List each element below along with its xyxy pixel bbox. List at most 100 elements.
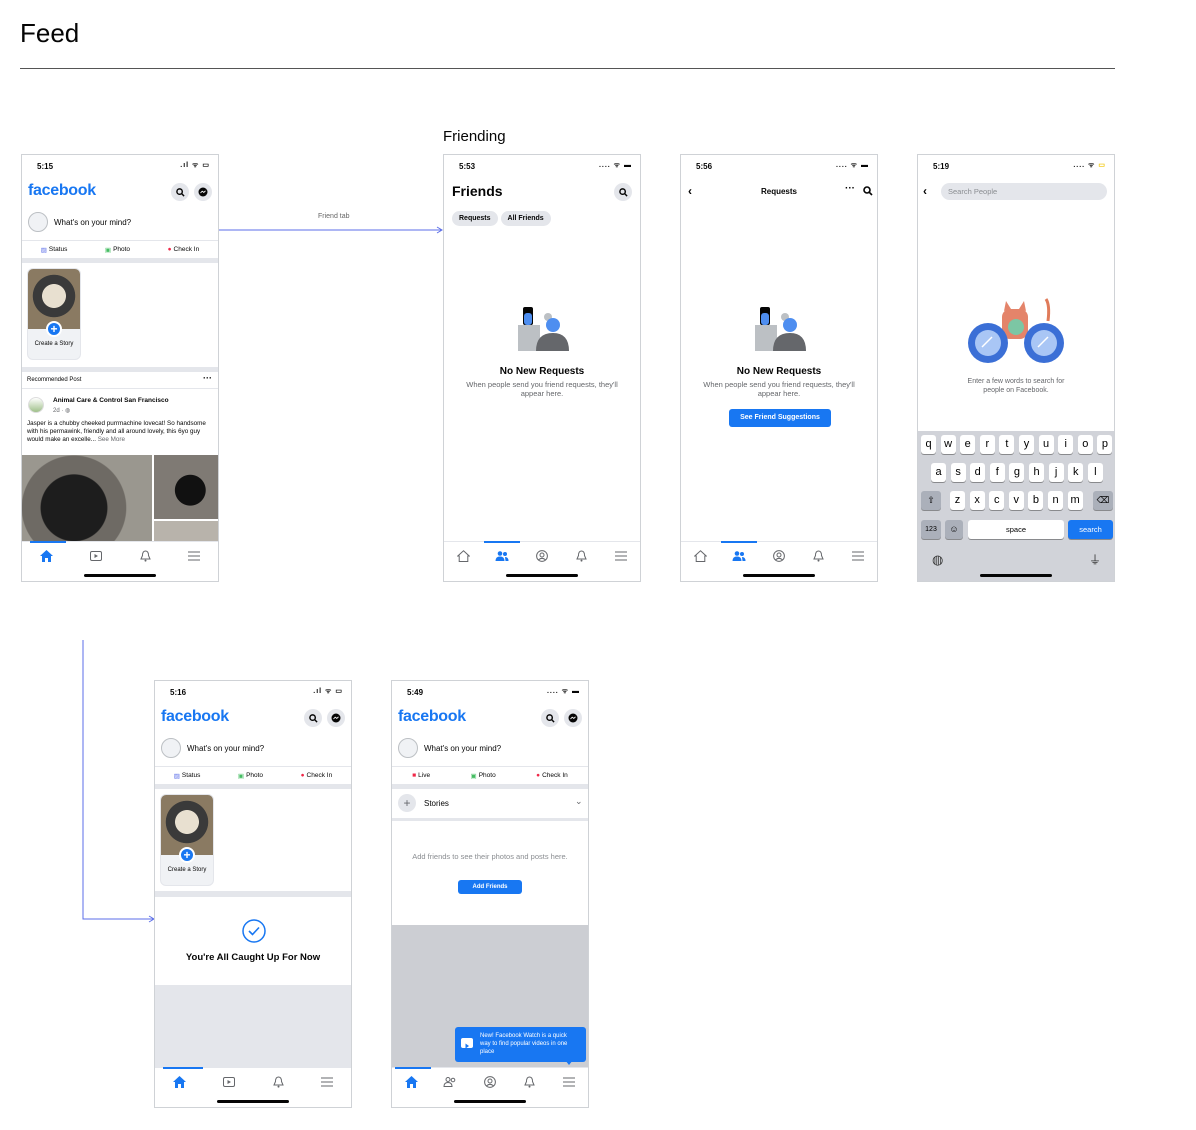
key-v[interactable]: v [1008,491,1024,510]
tab-menu[interactable] [611,546,631,566]
key-s[interactable]: s [950,463,966,482]
tab-watch[interactable] [219,1072,239,1092]
tab-home[interactable] [169,1072,189,1092]
key-h[interactable]: h [1029,463,1044,482]
key-c[interactable]: c [989,491,1005,510]
tab-profile[interactable] [769,546,789,566]
back-button[interactable]: ‹ [923,184,927,198]
key-f[interactable]: f [989,463,1005,482]
search-key[interactable]: search [1068,520,1113,539]
status-button[interactable]: ▨ Status [174,772,201,780]
search-button[interactable] [541,709,559,727]
create-story-card[interactable]: + Create a Story [27,268,81,360]
tab-menu[interactable] [184,546,204,566]
see-friend-suggestions-button[interactable]: See Friend Suggestions [729,409,831,427]
add-friends-button[interactable]: Add Friends [458,880,522,894]
tab-friends[interactable] [492,546,512,566]
key-i[interactable]: i [1058,435,1074,454]
key-l[interactable]: l [1087,463,1103,482]
emoji-key[interactable]: ☺ [945,520,963,539]
key-t[interactable]: t [999,435,1015,454]
messenger-button[interactable] [327,709,345,727]
tab-home[interactable] [453,546,473,566]
watch-tooltip[interactable]: New! Facebook Watch is a quick way to fi… [455,1027,586,1065]
post-photo-side-1[interactable] [154,455,218,519]
messenger-button[interactable] [564,709,582,727]
tab-notifications[interactable] [808,546,828,566]
more-options-icon[interactable]: ··· [845,183,855,194]
tab-profile[interactable] [480,1072,500,1092]
key-a[interactable]: a [931,463,946,482]
stories-header[interactable]: + Stories ⌄ [392,791,588,817]
composer-prompt[interactable]: What's on your mind? [187,744,264,753]
key-u[interactable]: u [1038,435,1054,454]
avatar[interactable] [28,212,48,232]
tab-watch[interactable] [86,546,106,566]
requests-pill[interactable]: Requests [452,211,498,226]
key-q[interactable]: q [921,435,936,454]
key-z[interactable]: z [950,491,965,510]
key-n[interactable]: n [1048,491,1063,510]
key-j[interactable]: j [1048,463,1064,482]
checkin-button[interactable]: ● Check In [168,246,200,253]
key-r[interactable]: r [979,435,995,454]
tab-menu[interactable] [317,1072,337,1092]
all-friends-pill[interactable]: All Friends [500,211,551,226]
key-w[interactable]: w [940,435,956,454]
tab-menu[interactable] [559,1072,579,1092]
key-b[interactable]: b [1028,491,1044,510]
search-button[interactable] [614,183,632,201]
search-icon[interactable] [863,186,873,196]
page-avatar[interactable] [28,397,44,413]
key-m[interactable]: m [1067,491,1083,510]
chevron-down-icon[interactable]: ⌄ [575,796,583,807]
key-p[interactable]: p [1097,435,1113,454]
tab-notifications[interactable] [571,546,591,566]
live-button[interactable]: ■ Live [412,772,430,779]
tab-home[interactable] [36,546,56,566]
tab-menu[interactable] [848,546,868,566]
key-d[interactable]: d [970,463,986,482]
key-o[interactable]: o [1077,435,1093,454]
numbers-key[interactable]: 123 [921,520,941,539]
checkin-button[interactable]: ● Check In [301,772,333,779]
tab-friends[interactable] [440,1072,460,1092]
delete-key[interactable]: ⌫ [1093,491,1113,510]
post-photo-side-2[interactable] [154,521,218,543]
space-key[interactable]: space [968,520,1064,539]
composer-prompt[interactable]: What's on your mind? [54,218,131,227]
see-more-link[interactable]: See More [98,436,125,443]
post-photo-main[interactable] [22,455,152,543]
globe-icon[interactable]: ◍ [932,552,943,568]
messenger-button[interactable] [194,183,212,201]
checkin-button[interactable]: ● Check In [536,772,568,779]
key-x[interactable]: x [969,491,985,510]
tab-notifications[interactable] [135,546,155,566]
composer-prompt[interactable]: What's on your mind? [424,744,501,753]
more-options-icon[interactable]: ··· [203,373,212,383]
search-input[interactable]: Search People [941,183,1107,200]
post-author[interactable]: Animal Care & Control San Francisco [53,397,169,404]
key-k[interactable]: k [1068,463,1084,482]
key-e[interactable]: e [960,435,976,454]
tab-home[interactable] [401,1072,421,1092]
avatar[interactable] [398,738,418,758]
tab-notifications[interactable] [268,1072,288,1092]
tab-profile[interactable] [532,546,552,566]
tab-friends[interactable] [729,546,749,566]
tab-home[interactable] [690,546,710,566]
photo-button[interactable]: ▣ Photo [105,246,130,254]
tab-notifications[interactable] [519,1072,539,1092]
microphone-icon[interactable]: ⏚ [1089,551,1101,568]
shift-key[interactable]: ⇧ [921,491,941,510]
create-story-card[interactable]: + Create a Story [160,794,214,886]
photo-button[interactable]: ▣ Photo [471,772,496,780]
key-y[interactable]: y [1019,435,1034,454]
avatar[interactable] [161,738,181,758]
key-g[interactable]: g [1009,463,1025,482]
search-button[interactable] [304,709,322,727]
search-button[interactable] [171,183,189,201]
photo-button[interactable]: ▣ Photo [238,772,263,780]
add-story-button[interactable]: + [398,794,416,812]
status-button[interactable]: ▨ Status [41,246,68,254]
